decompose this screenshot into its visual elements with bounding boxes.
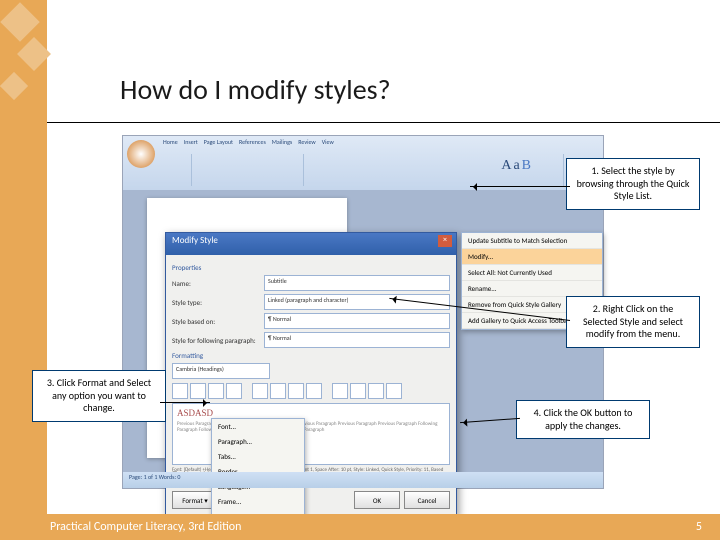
callout-4: 4. Click the OK button to apply the chan… bbox=[516, 400, 650, 439]
name-field[interactable]: Subtitle bbox=[264, 275, 450, 291]
quick-styles-icon[interactable]: AaB bbox=[501, 158, 533, 174]
status-bar: Page: 1 of 1 Words: 0 bbox=[123, 472, 603, 488]
callout-2: 2. Right Click on the Selected Style and… bbox=[566, 296, 700, 348]
ribbon: HomeInsertPage LayoutReferencesMailingsR… bbox=[123, 136, 603, 191]
cancel-button[interactable]: Cancel bbox=[404, 491, 450, 509]
dialog-title: Modify Style× bbox=[166, 233, 456, 255]
slide-footer: Practical Computer Literacy, 3rd Edition… bbox=[0, 514, 720, 540]
slide-title: How do I modify styles? bbox=[120, 72, 391, 107]
callout-1: 1. Select the style by browsing through … bbox=[566, 158, 700, 210]
ok-button[interactable]: OK bbox=[354, 491, 400, 509]
page-number: 5 bbox=[696, 520, 702, 534]
callout-3: 3. Click Format and Select any option yo… bbox=[32, 370, 166, 422]
office-button-icon[interactable] bbox=[127, 140, 155, 168]
sidebar-decoration bbox=[0, 0, 47, 540]
close-icon[interactable]: × bbox=[438, 235, 452, 247]
arrow-3 bbox=[160, 402, 210, 403]
modify-menu-item[interactable]: Modify... bbox=[462, 249, 602, 265]
ribbon-tabs[interactable]: HomeInsertPage LayoutReferencesMailingsR… bbox=[163, 138, 340, 146]
following-select[interactable]: ¶ Normal bbox=[264, 332, 450, 348]
format-toolbar[interactable] bbox=[172, 383, 450, 399]
arrow-1 bbox=[470, 186, 570, 187]
horizontal-rule bbox=[47, 122, 720, 123]
footer-text: Practical Computer Literacy, 3rd Edition bbox=[50, 520, 241, 534]
based-on-select[interactable]: ¶ Normal bbox=[264, 313, 450, 329]
font-select[interactable]: Cambria (Headings) bbox=[172, 363, 270, 379]
